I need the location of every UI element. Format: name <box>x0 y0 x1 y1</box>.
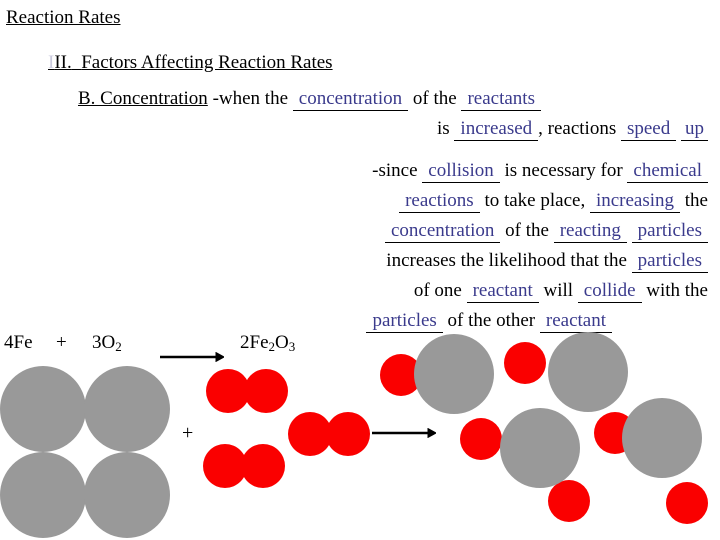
oxygen-atom <box>244 369 288 413</box>
iron-atom <box>84 366 170 452</box>
line7-text-1: of one <box>413 280 462 301</box>
heading-text: Factors Affecting Reaction Rates <box>81 52 333 73</box>
section-heading: III. Factors Affecting Reaction Rates <box>48 50 333 75</box>
equation-product-subscript-2: 3 <box>288 339 296 354</box>
iron-atom <box>500 408 580 488</box>
oxygen-atom <box>460 418 502 460</box>
oxygen-atom <box>594 412 636 454</box>
oxygen-atom <box>203 444 247 488</box>
right-arrow-icon <box>372 425 438 439</box>
right-arrow-icon <box>160 346 226 363</box>
line7-text-3: with the <box>646 280 708 301</box>
blank-chemical[interactable]: chemical <box>627 160 708 183</box>
line1-text-2: of the <box>412 88 457 109</box>
blank-reactant-1[interactable]: reactant <box>466 280 539 303</box>
equation-product-mid: O <box>275 332 289 353</box>
blank-reactant-2[interactable]: reactant <box>539 310 612 333</box>
iron-atom <box>0 366 86 452</box>
blank-reactants[interactable]: reactants <box>461 88 541 111</box>
equation-plus-sign: + <box>56 332 67 353</box>
blank-particles-2[interactable]: particles <box>631 250 708 273</box>
subsection-label: B. Concentration <box>78 88 208 109</box>
body-line-7: of one reactant will collide with the <box>78 276 708 306</box>
line4-text-2: the <box>684 190 708 211</box>
body-text-block: B. Concentration -when the concentration… <box>78 84 708 336</box>
line7-text-2: will <box>543 280 574 301</box>
blank-collision[interactable]: collision <box>422 160 500 183</box>
iron-atom <box>0 452 86 538</box>
body-line-3: -since collision is necessary for chemic… <box>78 156 708 186</box>
body-line-6: increases the likelihood that the partic… <box>78 246 708 276</box>
heading-numeral: II. <box>54 52 72 73</box>
body-line-2: is increased, reactions speed up <box>78 114 708 144</box>
blank-reacting[interactable]: reacting <box>553 220 627 243</box>
iron-atom <box>84 452 170 538</box>
equation-oxygen-coefficient: 3O <box>92 332 116 353</box>
line3-text-1: -since <box>372 160 418 181</box>
oxygen-atom <box>206 369 250 413</box>
equation-reactant-iron: 4Fe <box>4 332 33 353</box>
blank-up[interactable]: up <box>681 118 708 141</box>
oxygen-atom <box>241 444 285 488</box>
line8-text-1: of the other <box>447 310 536 331</box>
line2-text-2: , reactions <box>538 118 617 139</box>
line1-text-1: -when the <box>212 88 289 109</box>
oxygen-atom <box>288 412 332 456</box>
line3-text-2: is necessary for <box>504 160 623 181</box>
body-line-1: B. Concentration -when the concentration… <box>78 84 708 114</box>
line5-text-1: of the <box>505 220 549 241</box>
oxygen-atom <box>326 412 370 456</box>
diagram-plus-sign: + <box>182 422 194 444</box>
line2-text-1: is <box>436 118 450 139</box>
body-line-4: reactions to take place, increasing the <box>78 186 708 216</box>
body-line-5: concentration of the reacting particles <box>78 216 708 246</box>
chemical-equation: 4Fe + 3O2 2Fe2O3 <box>0 332 720 366</box>
blank-speed[interactable]: speed <box>620 118 677 141</box>
equation-oxygen-subscript: 2 <box>115 339 122 354</box>
line4-text-1: to take place, <box>484 190 586 211</box>
blank-collide[interactable]: collide <box>577 280 642 303</box>
blank-reactions[interactable]: reactions <box>399 190 480 213</box>
blank-particles-3[interactable]: particles <box>366 310 443 333</box>
equation-reactant-oxygen: 3O2 <box>92 332 122 355</box>
blank-concentration-2[interactable]: concentration <box>385 220 501 243</box>
blank-particles-1[interactable]: particles <box>631 220 708 243</box>
blank-concentration-1[interactable]: concentration <box>292 88 409 111</box>
oxygen-atom <box>548 480 590 522</box>
equation-product-iron-oxide: 2Fe2O3 <box>240 332 295 355</box>
page-title: Reaction Rates <box>6 7 121 28</box>
line6-text-1: increases the likelihood that the <box>386 250 627 271</box>
equation-product-lead: 2Fe <box>240 332 269 353</box>
blank-increased[interactable]: increased <box>454 118 539 141</box>
blank-increasing[interactable]: increasing <box>589 190 681 213</box>
iron-atom <box>622 398 702 478</box>
oxygen-atom <box>666 482 708 524</box>
